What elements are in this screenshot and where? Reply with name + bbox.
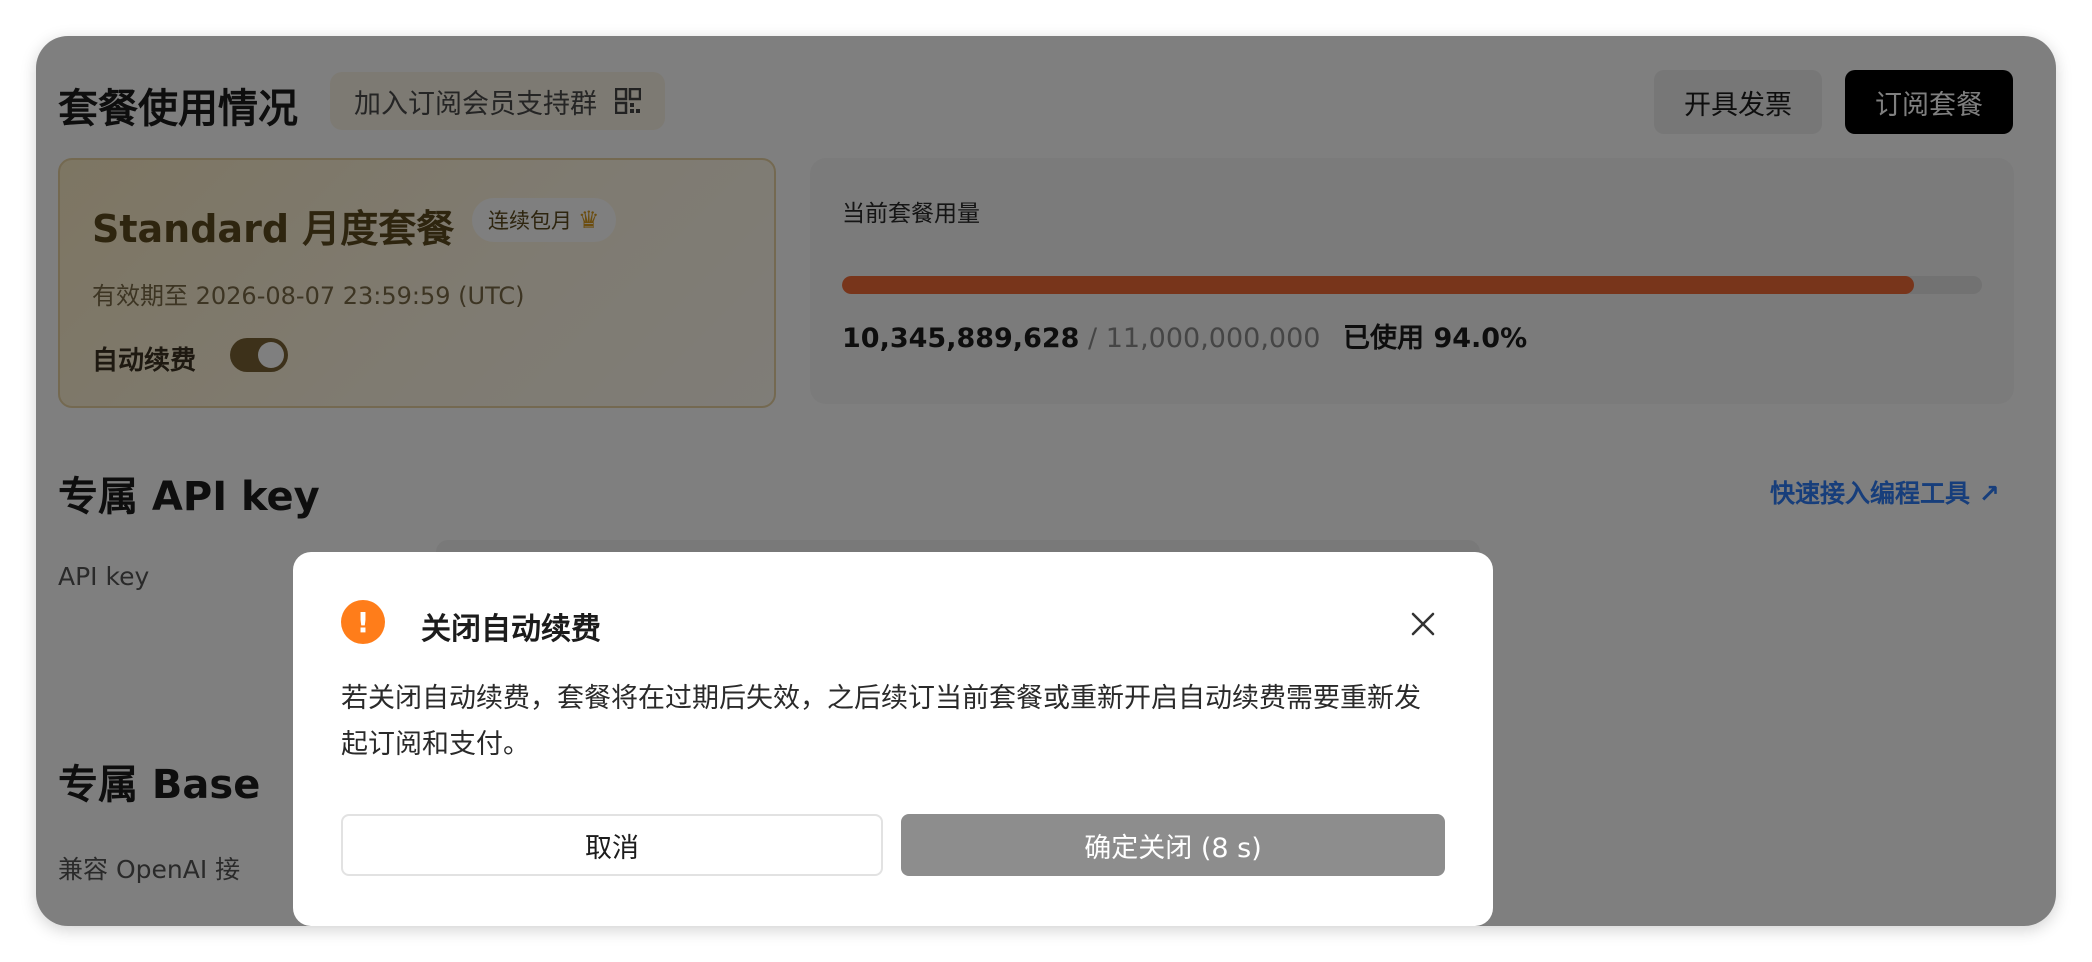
- confirm-close-button[interactable]: 确定关闭 (8 s): [901, 814, 1445, 876]
- warning-icon: !: [341, 600, 385, 644]
- dialog-title: 关闭自动续费: [421, 612, 601, 647]
- page: 套餐使用情况 加入订阅会员支持群 开具发票 订阅套餐 Standard 月度套餐…: [36, 36, 2056, 926]
- disable-auto-renew-dialog: ! 关闭自动续费 若关闭自动续费，套餐将在过期后失效，之后续订当前套餐或重新开启…: [293, 552, 1493, 926]
- dialog-body: 若关闭自动续费，套餐将在过期后失效，之后续订当前套餐或重新开启自动续费需要重新发…: [341, 683, 1421, 760]
- close-icon[interactable]: [1407, 608, 1439, 640]
- app-window: 套餐使用情况 加入订阅会员支持群 开具发票 订阅套餐 Standard 月度套餐…: [36, 36, 2056, 926]
- cancel-button[interactable]: 取消: [341, 814, 883, 876]
